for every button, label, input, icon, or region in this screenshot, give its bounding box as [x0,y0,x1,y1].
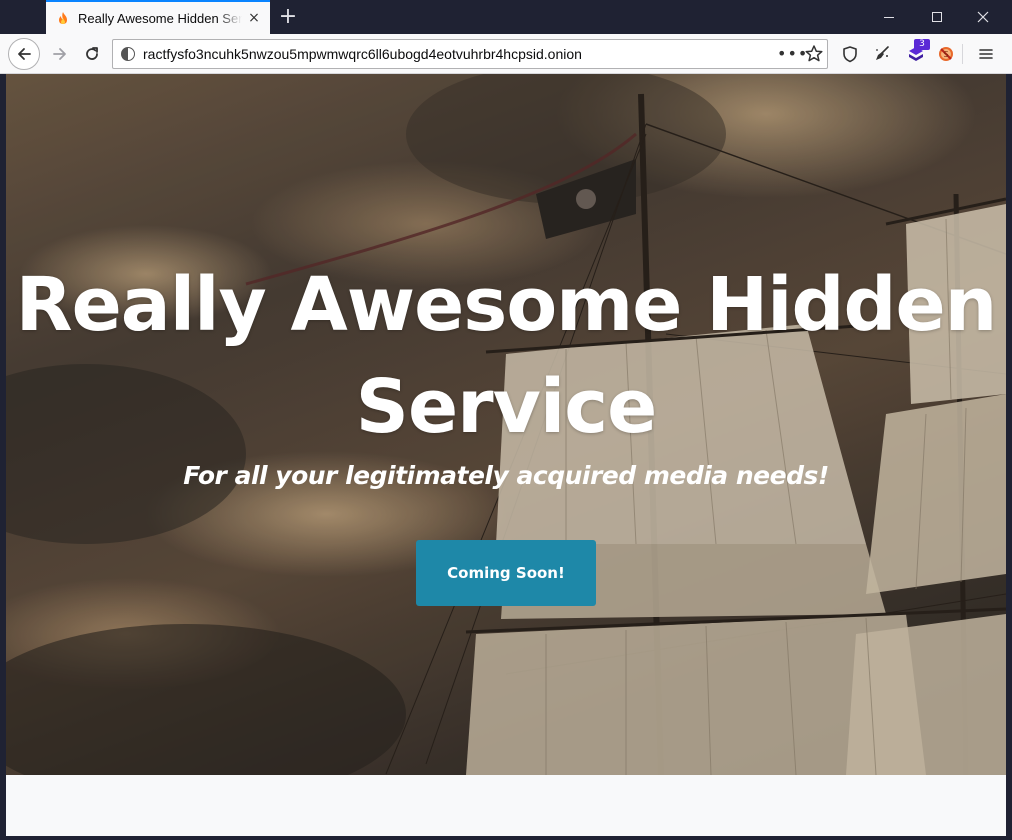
hero-section: Really Awesome Hidden Service For all yo… [6,74,1006,775]
page-actions-icon[interactable]: ••• [777,44,807,64]
onion-identity-icon[interactable] [121,47,135,61]
new-tab-button[interactable]: + [278,4,298,30]
toolbar-separator [962,44,963,64]
maximize-icon [932,12,942,22]
forward-button[interactable] [44,38,76,70]
new-identity-button[interactable] [866,38,898,70]
broom-icon [876,46,889,60]
window-border-bottom [0,836,1012,840]
minimize-icon [884,16,894,18]
page-subtitle: For all your legitimately acquired media… [183,461,829,490]
tab-bar: Really Awesome Hidden Service × + [0,0,1012,34]
close-icon [977,11,989,23]
page-footer-area [6,775,1006,836]
menu-button[interactable] [970,38,1002,70]
minimize-button[interactable] [866,0,912,34]
url-text[interactable]: ractfysfo3ncuhk5nwzou5mpwmwqrc6ll6ubogd4… [143,46,582,62]
window-border-right [1006,74,1012,840]
maximize-button[interactable] [914,0,960,34]
noscript-icon: S [939,47,953,61]
reload-icon [86,47,98,60]
coming-soon-button[interactable]: Coming Soon! [416,540,596,606]
page-viewport: Really Awesome Hidden Service For all yo… [6,74,1006,836]
tab-title: Really Awesome Hidden Service [78,10,242,26]
browser-window: Really Awesome Hidden Service × + ractfy… [0,0,1012,840]
navigation-toolbar: ractfysfo3ncuhk5nwzou5mpwmwqrc6ll6ubogd4… [0,34,1012,74]
back-button[interactable] [8,38,40,70]
shield-icon [843,46,857,63]
arrow-right-icon [53,48,66,60]
shield-button[interactable] [834,38,866,70]
arrow-left-icon [18,48,31,60]
extension-badge: 3 [914,39,930,50]
close-icon[interactable]: × [246,10,262,26]
tab-active[interactable]: Really Awesome Hidden Service × [46,0,270,34]
svg-text:S: S [943,50,948,59]
window-close-button[interactable] [960,0,1006,34]
reload-button[interactable] [76,38,108,70]
fire-icon [55,10,71,26]
bookmark-star-icon[interactable] [803,43,825,65]
page-title: Really Awesome Hidden Service [15,262,998,450]
hamburger-menu-icon [979,49,993,59]
noscript-button[interactable]: S [930,38,962,70]
url-bar[interactable]: ractfysfo3ncuhk5nwzou5mpwmwqrc6ll6ubogd4… [112,39,828,69]
